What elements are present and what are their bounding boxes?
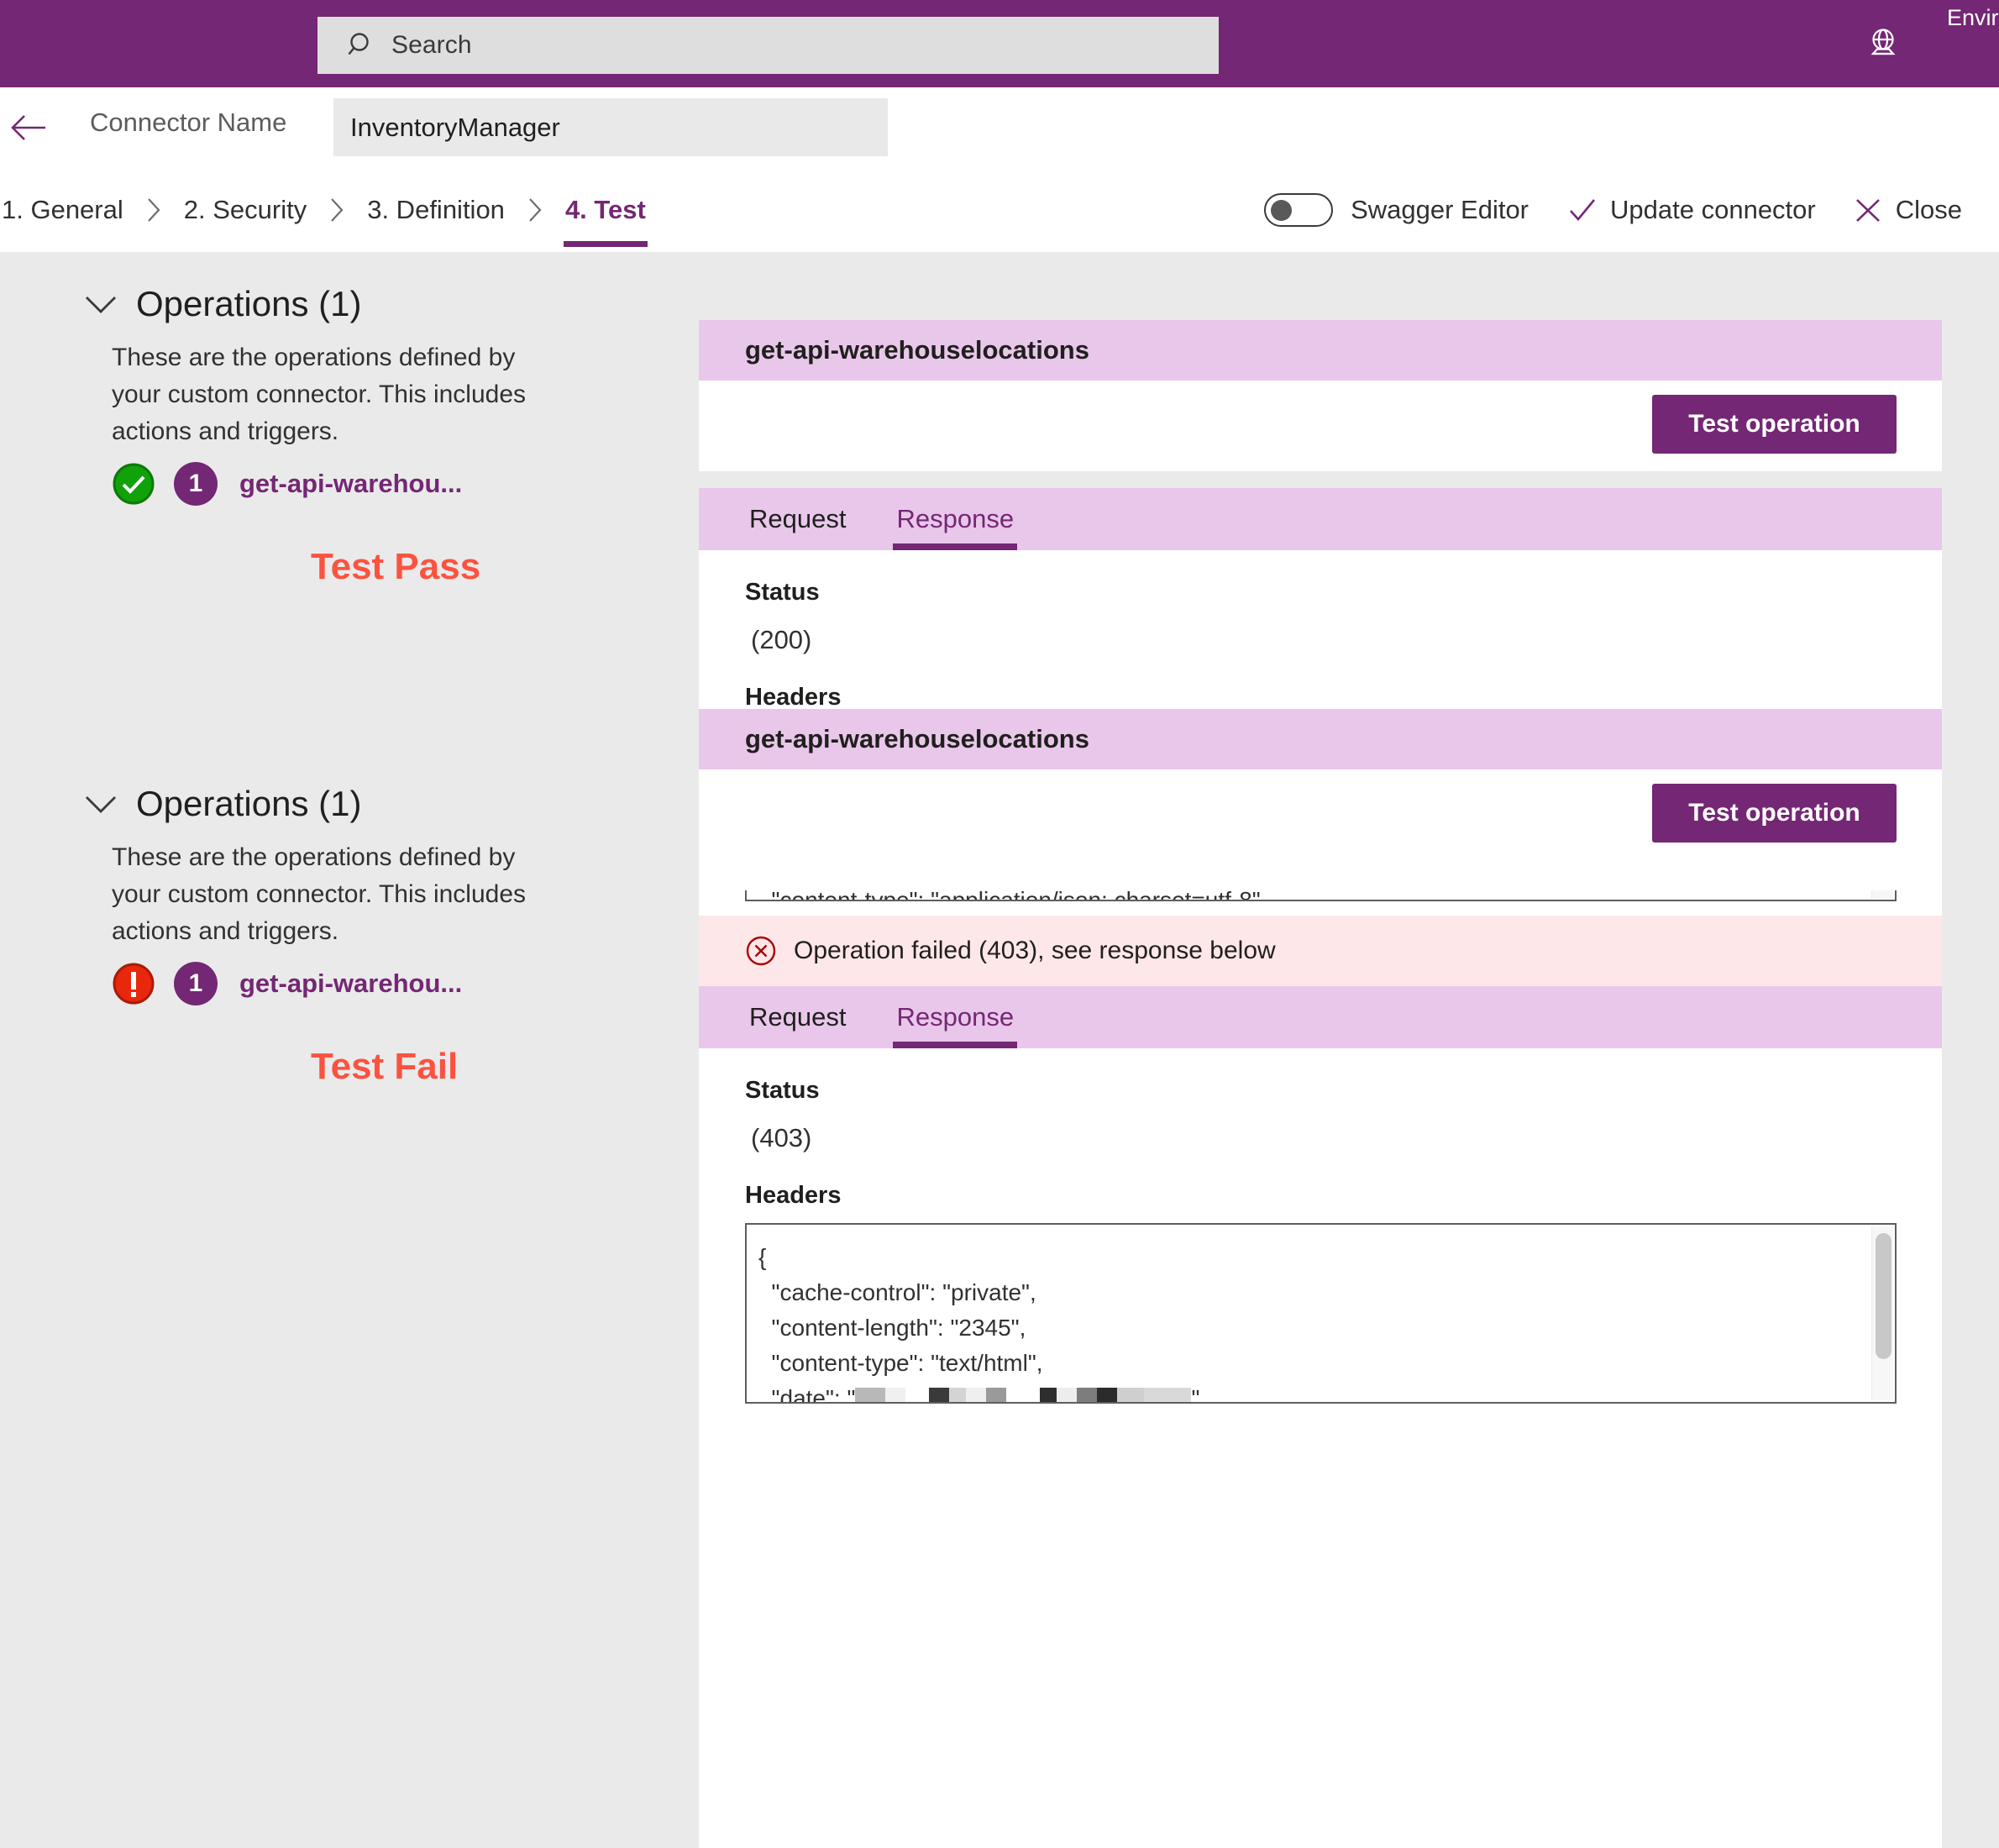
headers-scroll-thumb-fail[interactable]: [1876, 1233, 1891, 1359]
operation-card-body-pass: Test operation: [699, 381, 1942, 471]
status-label-pass: Status: [745, 579, 1942, 606]
operation-card-pass: get-api-warehouselocations Test operatio…: [699, 320, 1942, 471]
top-app-bar: Search Environm: [0, 0, 1999, 87]
response-content-fail: Status (403) Headers { "cache-control": …: [699, 1048, 1942, 1404]
close-label: Close: [1896, 195, 1962, 225]
headers-textarea-fail[interactable]: { "cache-control": "private", "content-l…: [745, 1223, 1897, 1404]
close-icon: [1853, 195, 1883, 225]
wizard-step-security[interactable]: 2. Security: [181, 169, 310, 250]
close-button[interactable]: Close: [1853, 195, 1962, 225]
operation-name-pass[interactable]: get-api-warehou...: [239, 469, 462, 499]
operation-card-body-fail: Test operation: [699, 769, 1942, 890]
error-banner: Operation failed (403), see response bel…: [699, 916, 1942, 986]
tab-request-fail[interactable]: Request: [724, 986, 871, 1048]
verdict-label-fail: Test Fail: [311, 1046, 689, 1088]
status-label-fail: Status: [745, 1077, 1942, 1105]
status-value-fail: (403): [751, 1123, 1942, 1153]
wizard-step-test[interactable]: 4. Test: [562, 169, 649, 250]
chevron-down-icon[interactable]: [82, 791, 119, 816]
wizard-step-general[interactable]: 1. General: [0, 169, 127, 250]
app-root: Search Environm Connector Name 1. G: [0, 0, 1999, 1848]
tab-request-pass[interactable]: Request: [724, 488, 871, 550]
back-arrow-icon[interactable]: [10, 109, 49, 146]
response-tabs-pass: Request Response: [699, 488, 1942, 550]
operation-list-item-pass[interactable]: 1 get-api-warehou...: [112, 462, 689, 506]
test-operation-button-pass[interactable]: Test operation: [1652, 395, 1897, 454]
headers-label-pass: Headers: [745, 684, 1942, 711]
operation-name-fail[interactable]: get-api-warehou...: [239, 969, 462, 999]
response-tabs-fail: Request Response: [699, 986, 1942, 1048]
operations-title-pass: Operations (1): [136, 284, 361, 324]
test-operation-button-fail[interactable]: Test operation: [1652, 784, 1897, 843]
operations-description-pass: These are the operations defined by your…: [112, 339, 532, 450]
wizard-step-definition[interactable]: 3. Definition: [364, 169, 508, 250]
verdict-label-pass: Test Pass: [311, 546, 689, 588]
page-canvas: Operations (1) These are the operations …: [0, 252, 1999, 1848]
operation-card-header-fail: get-api-warehouselocations: [699, 709, 1942, 769]
operations-header-fail[interactable]: Operations (1): [0, 784, 689, 824]
tab-response-fail[interactable]: Response: [871, 986, 1039, 1048]
chevron-down-icon[interactable]: [82, 291, 119, 317]
search-input[interactable]: Search: [317, 17, 1219, 74]
chevron-right-icon: [127, 169, 181, 250]
update-connector-button[interactable]: Update connector: [1567, 195, 1816, 225]
swagger-editor-toggle[interactable]: Swagger Editor: [1264, 193, 1529, 227]
operations-section-fail: Operations (1) These are the operations …: [0, 784, 689, 1088]
command-bar-actions: Swagger Editor Update connector Clo: [1264, 169, 1999, 250]
search-icon: [348, 31, 376, 60]
operation-card-header-pass: get-api-warehouselocations: [699, 320, 1942, 381]
error-exclamation-icon: [112, 962, 155, 1005]
operation-card-fail: get-api-warehouselocations Test operatio…: [699, 709, 1942, 890]
operations-section-pass: Operations (1) These are the operations …: [0, 284, 689, 588]
tab-response-pass[interactable]: Response: [871, 488, 1039, 550]
operation-index-badge-pass: 1: [174, 462, 218, 506]
headers-lines-fail: { "cache-control": "private", "content-l…: [758, 1244, 1206, 1404]
error-banner-text: Operation failed (403), see response bel…: [794, 937, 1276, 965]
chevron-right-icon: [310, 169, 364, 250]
globe-icon[interactable]: [1864, 25, 1902, 64]
redacted-value: [855, 1388, 1191, 1404]
operation-card-title-fail: get-api-warehouselocations: [745, 724, 1089, 754]
connector-name-label: Connector Name: [90, 108, 286, 138]
swagger-editor-label: Swagger Editor: [1351, 195, 1529, 225]
wizard-breadcrumb: 1. General 2. Security 3. Definition 4. …: [0, 169, 649, 250]
operation-card-title-pass: get-api-warehouselocations: [745, 335, 1089, 365]
error-circle-x-icon: [745, 935, 777, 967]
headers-label-fail: Headers: [745, 1182, 1942, 1210]
checkmark-icon: [1567, 195, 1598, 225]
operations-header-pass[interactable]: Operations (1): [0, 284, 689, 324]
search-placeholder-text: Search: [391, 31, 472, 60]
operations-description-fail: These are the operations defined by your…: [112, 839, 532, 950]
connector-name-field[interactable]: [333, 98, 888, 156]
success-check-icon: [112, 462, 155, 506]
operations-title-fail: Operations (1): [136, 784, 361, 824]
response-card-fail: Operation failed (403), see response bel…: [699, 916, 1942, 1848]
environment-label: Environm: [1947, 5, 1999, 31]
status-value-pass: (200): [751, 625, 1942, 655]
chevron-right-icon: [508, 169, 562, 250]
toggle-knob: [1271, 200, 1292, 221]
operation-index-badge-fail: 1: [174, 962, 218, 1005]
headers-scrollbar-fail[interactable]: [1871, 1226, 1893, 1400]
update-connector-label: Update connector: [1610, 195, 1816, 225]
toggle-switch[interactable]: [1264, 193, 1333, 227]
headers-text-fail: { "cache-control": "private", "content-l…: [747, 1225, 1895, 1404]
wizard-command-bar: 1. General 2. Security 3. Definition 4. …: [0, 169, 1999, 250]
connector-name-row: Connector Name: [0, 87, 1999, 168]
operation-list-item-fail[interactable]: 1 get-api-warehou...: [112, 962, 689, 1005]
